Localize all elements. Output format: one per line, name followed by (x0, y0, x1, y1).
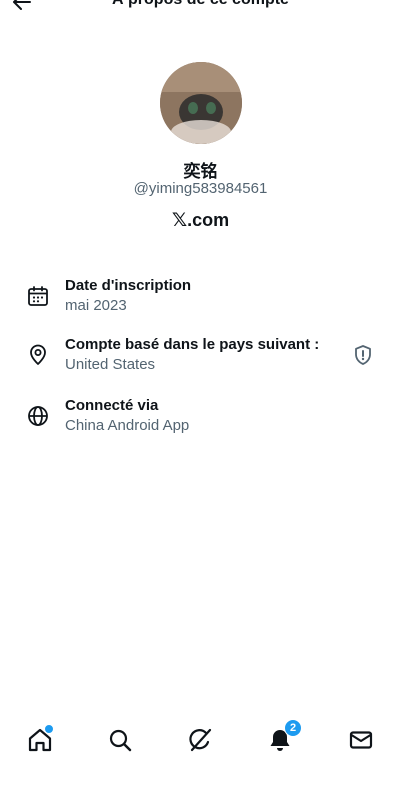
country-info-button[interactable] (351, 343, 375, 367)
avatar-image (160, 62, 242, 144)
join-date-value: mai 2023 (65, 297, 127, 314)
user-handle: @yiming583984561 (133, 180, 268, 197)
search-icon (109, 729, 132, 752)
display-name: 奕铭 (183, 162, 218, 181)
connected-via-value: China Android App (65, 417, 190, 434)
brand-domain-text: .com (187, 210, 230, 230)
nav-grok[interactable] (186, 726, 214, 754)
grok-icon (189, 728, 212, 752)
mail-icon (349, 731, 373, 749)
info-row-connected-via: Connecté via China Android App (0, 396, 401, 440)
info-row-country: Compte basé dans le pays suivant : Unite… (0, 335, 401, 379)
page-title: À propos de ce compte (0, 0, 401, 9)
header: À propos de ce compte (0, 0, 401, 20)
globe-icon (28, 406, 48, 426)
notifications-count-badge: 2 (284, 719, 302, 737)
x-logo: 𝕏 (171, 210, 188, 231)
bottom-nav: 2 (0, 718, 401, 762)
nav-messages[interactable] (347, 726, 375, 754)
country-value: United States (65, 356, 156, 373)
join-date-label: Date d'inscription (65, 277, 192, 294)
page: À propos de ce compte 奕铭 @yiming58398456… (0, 0, 401, 800)
home-new-dot (44, 724, 54, 734)
avatar[interactable] (160, 62, 242, 144)
connected-via-label: Connecté via (65, 397, 159, 414)
nav-search[interactable] (106, 726, 134, 754)
brand-domain: 𝕏.com (0, 209, 401, 232)
location-pin-icon (30, 344, 46, 365)
info-row-join-date: Date d'inscription mai 2023 (0, 276, 401, 320)
country-label: Compte basé dans le pays suivant : (65, 336, 320, 353)
calendar-icon (28, 286, 48, 306)
shield-alert-icon (355, 345, 371, 365)
